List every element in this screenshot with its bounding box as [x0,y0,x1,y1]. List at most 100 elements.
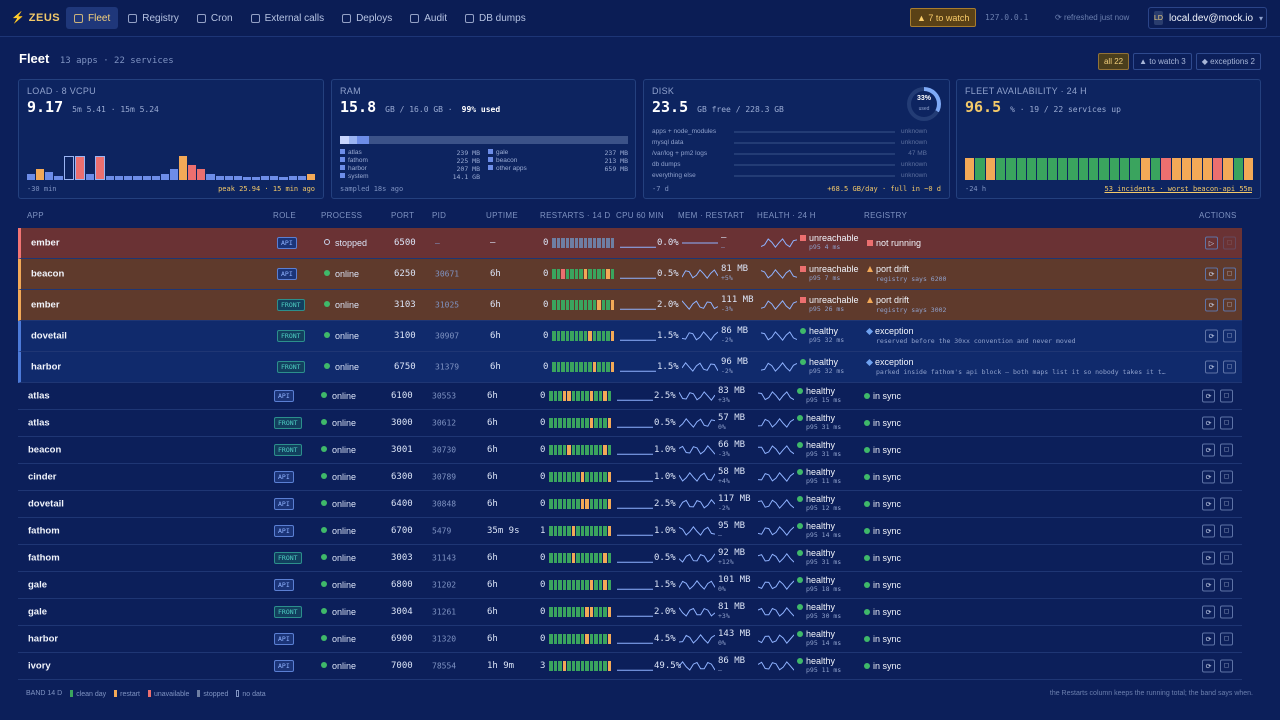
stop-button[interactable]: □ [1220,497,1233,511]
process-status: online [321,553,356,563]
restart-button[interactable]: ⟳ [1202,470,1215,484]
band-day [594,499,598,509]
restart-button[interactable]: ⟳ [1202,659,1215,673]
stop-button[interactable]: □ [1220,389,1233,403]
registry-label: port drift [876,264,910,274]
cpu-value: 2.0% [657,300,679,310]
restart-button[interactable]: ⟳ [1205,360,1218,374]
band-day [549,445,553,455]
mem-sparkline-line [679,498,715,509]
to-watch-button[interactable]: ▲ 7 to watch [910,8,977,27]
band-day [589,391,593,401]
process-status: online [321,607,356,617]
stop-button[interactable]: □ [1223,298,1236,312]
band-day [603,634,607,644]
health-indicator [797,442,803,448]
nav-label: Cron [210,12,233,24]
cpu-value: 2.5% [654,391,676,401]
filter-to-watch[interactable]: ▲ to watch 3 [1133,53,1192,70]
health-label: healthy [809,326,839,336]
restart-button[interactable]: ⟳ [1202,497,1215,511]
incidents-link[interactable]: 53 incidents · worst beacon-api 55m [1104,185,1252,193]
restart-button[interactable]: ⟳ [1202,605,1215,619]
nav-external-calls[interactable]: External calls [243,7,332,29]
stop-button[interactable]: □ [1223,329,1236,343]
role-badge: FRONT [274,606,302,618]
uptime: 6h [487,607,498,617]
cpu-value: 1.5% [657,362,679,372]
restart-button[interactable]: ⟳ [1202,551,1215,565]
band-legend-title: BAND 14 D [26,690,63,697]
band-day [576,526,580,536]
port: 6250 [394,269,416,279]
role-badge: API [274,471,294,483]
restart-button[interactable]: ⟳ [1202,389,1215,403]
mem-value: 83 MB +3% [718,387,745,405]
stop-button[interactable]: □ [1220,605,1233,619]
brand-logo[interactable]: ⚡ ZEUS [11,11,60,24]
restart-button[interactable]: ⟳ [1202,443,1215,457]
process-status: online [321,634,356,644]
stop-button[interactable]: □ [1223,360,1236,374]
band-day [607,634,611,644]
band-day [585,634,589,644]
band-day [549,607,553,617]
health-sparkline [761,299,797,311]
nav-deploys[interactable]: Deploys [334,7,400,29]
stop-button[interactable]: □ [1223,267,1236,281]
stop-button[interactable]: □ [1220,416,1233,430]
stop-button[interactable]: □ [1220,551,1233,565]
load-bar [197,168,206,180]
band-day [610,238,614,248]
role-badge: API [274,579,294,591]
uptime: 35m 9s [487,526,520,536]
mem-value: 95 MB — [718,522,745,540]
pid: 31025 [435,300,460,310]
restart-button[interactable]: ⟳ [1202,416,1215,430]
band-day [552,331,556,341]
restart-button[interactable]: ⟳ [1202,524,1215,538]
restart-button[interactable]: ⟳ [1202,578,1215,592]
band-day [579,331,583,341]
refresh-status[interactable]: ⟳ refreshed just now [1055,13,1129,22]
stop-button[interactable]: □ [1220,524,1233,538]
status-dot [321,446,327,452]
uptime: 6h [487,580,498,590]
nav-cron[interactable]: Cron [189,7,241,29]
band-day [607,472,611,482]
band-day [549,553,553,563]
band-day [558,661,562,671]
health-sparkline [761,268,797,279]
health-label: healthy [806,494,836,504]
band-day [597,331,601,341]
nav-db-dumps[interactable]: DB dumps [457,7,534,29]
disk-donut: 33% used [907,87,941,121]
start-button[interactable]: ▷ [1205,236,1218,250]
filter-all[interactable]: all 22 [1097,53,1130,70]
stop-button[interactable]: □ [1220,470,1233,484]
filter-exceptions[interactable]: ◆ exceptions 2 [1195,53,1261,70]
disk-item-bar [734,163,895,166]
registry-label: in sync [873,526,902,536]
stop-button[interactable]: □ [1220,578,1233,592]
process-label: online [332,391,357,401]
load-chart [27,152,315,180]
health-p95: p95 4 ms [809,243,841,251]
pid: 30907 [435,331,460,341]
stop-button[interactable]: □ [1220,659,1233,673]
nav-fleet[interactable]: Fleet [66,7,119,29]
restart-count: 0 [540,445,546,455]
stop-button[interactable]: □ [1220,632,1233,646]
user-menu[interactable]: LD local.dev@mock.io ▾ [1148,7,1267,29]
restart-button[interactable]: ⟳ [1205,329,1218,343]
band-day [570,269,574,279]
band-day [603,553,607,563]
nav-audit[interactable]: Audit [402,7,455,29]
restart-button[interactable]: ⟳ [1202,632,1215,646]
nav-registry[interactable]: Registry [120,7,187,29]
process-status: online [324,331,359,341]
stop-button[interactable]: □ [1220,443,1233,457]
restart-button[interactable]: ⟳ [1205,298,1218,312]
restart-button[interactable]: ⟳ [1205,267,1218,281]
status-dot [321,500,327,506]
